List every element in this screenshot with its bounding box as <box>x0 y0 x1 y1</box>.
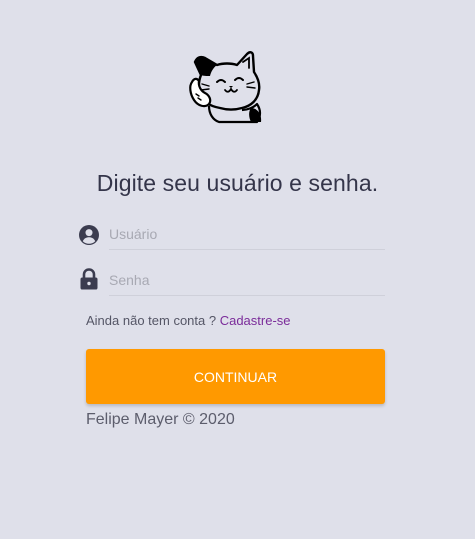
username-field <box>79 218 385 250</box>
password-input[interactable] <box>109 264 385 296</box>
login-page: Digite seu usuário e senha. Ainda não te… <box>0 0 475 539</box>
password-field <box>79 264 385 296</box>
cat-logo-icon <box>189 51 262 124</box>
signup-prompt-text: Ainda não tem conta ? <box>86 313 220 328</box>
lock-icon <box>80 268 98 290</box>
user-circle-icon <box>79 225 99 245</box>
signup-prompt: Ainda não tem conta ? Cadastre-se <box>86 313 291 328</box>
signup-link[interactable]: Cadastre-se <box>220 313 291 328</box>
footer-copyright: Felipe Mayer © 2020 <box>86 411 235 428</box>
page-title: Digite seu usuário e senha. <box>96 170 379 196</box>
username-input[interactable] <box>109 218 385 250</box>
continue-button[interactable]: CONTINUAR <box>86 349 385 404</box>
